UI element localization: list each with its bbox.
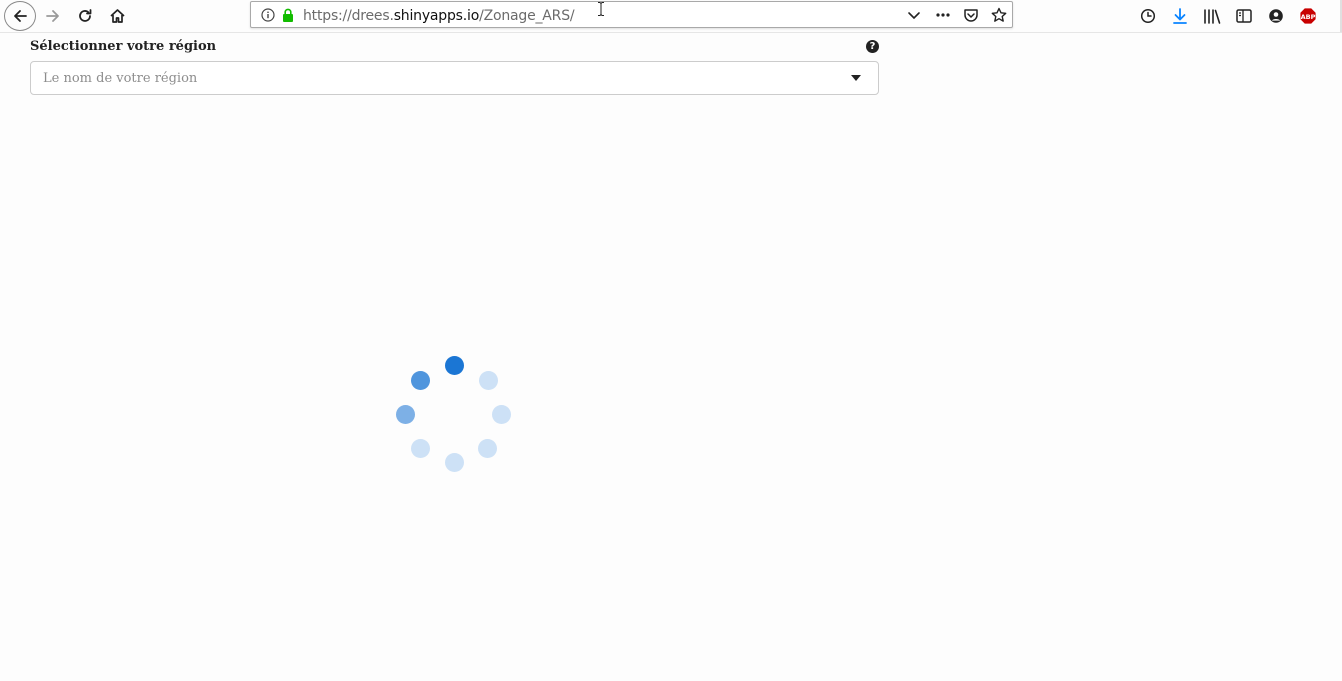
library-button[interactable] [1198, 2, 1226, 30]
home-button[interactable] [103, 2, 131, 30]
region-select[interactable]: Le nom de votre région [30, 61, 879, 95]
url-domain: shinyapps.io [393, 8, 480, 24]
home-icon [109, 8, 126, 24]
sidebar-icon [1236, 9, 1252, 23]
caret-down-icon[interactable] [851, 75, 861, 81]
download-arrow-icon [1172, 7, 1188, 25]
spinner-dot [396, 405, 415, 424]
adblock-stop-icon: ABP [1299, 7, 1317, 25]
forward-button[interactable] [39, 2, 67, 30]
page-content: Sélectionner votre région ? Le nom de vo… [0, 33, 1342, 681]
pocket-icon[interactable] [962, 6, 980, 24]
region-select-placeholder: Le nom de votre région [43, 71, 198, 86]
adblock-label: ABP [1301, 13, 1316, 21]
chevron-down-icon[interactable] [905, 6, 923, 24]
sidebar-button[interactable] [1230, 2, 1258, 30]
arrow-right-icon [45, 8, 61, 24]
spinner-dot [445, 356, 464, 375]
url-text[interactable]: https://drees.shinyapps.io/Zonage_ARS/ [303, 8, 575, 24]
arrow-left-icon [12, 8, 28, 24]
history-button[interactable] [1134, 2, 1162, 30]
browser-toolbar: https://drees.shinyapps.io/Zonage_ARS/ A… [0, 0, 1342, 33]
url-prefix: https://drees. [303, 8, 394, 24]
url-path: /Zonage_ARS/ [479, 8, 575, 24]
spinner-dot [445, 453, 464, 472]
adblock-button[interactable]: ABP [1294, 2, 1322, 30]
lock-icon[interactable] [279, 6, 297, 24]
downloads-button[interactable] [1166, 2, 1194, 30]
spinner-dot [492, 405, 511, 424]
spinner-dot [411, 371, 430, 390]
reload-icon [77, 8, 93, 24]
account-button[interactable] [1262, 2, 1290, 30]
bookmark-star-icon[interactable] [990, 6, 1008, 24]
help-icon[interactable]: ? [866, 40, 879, 53]
spinner-dot [479, 371, 498, 390]
info-icon[interactable] [259, 6, 277, 24]
clock-icon [1140, 8, 1156, 24]
spinner-dot [411, 439, 430, 458]
text-cursor-icon [598, 2, 604, 16]
back-button[interactable] [4, 1, 36, 31]
more-actions-icon[interactable] [934, 6, 952, 24]
loading-spinner [395, 355, 515, 475]
reload-button[interactable] [71, 2, 99, 30]
spinner-dot [478, 439, 497, 458]
region-label: Sélectionner votre région [30, 39, 217, 54]
url-bar[interactable]: https://drees.shinyapps.io/Zonage_ARS/ [250, 1, 1013, 28]
account-icon [1268, 8, 1284, 24]
library-icon [1203, 8, 1221, 24]
